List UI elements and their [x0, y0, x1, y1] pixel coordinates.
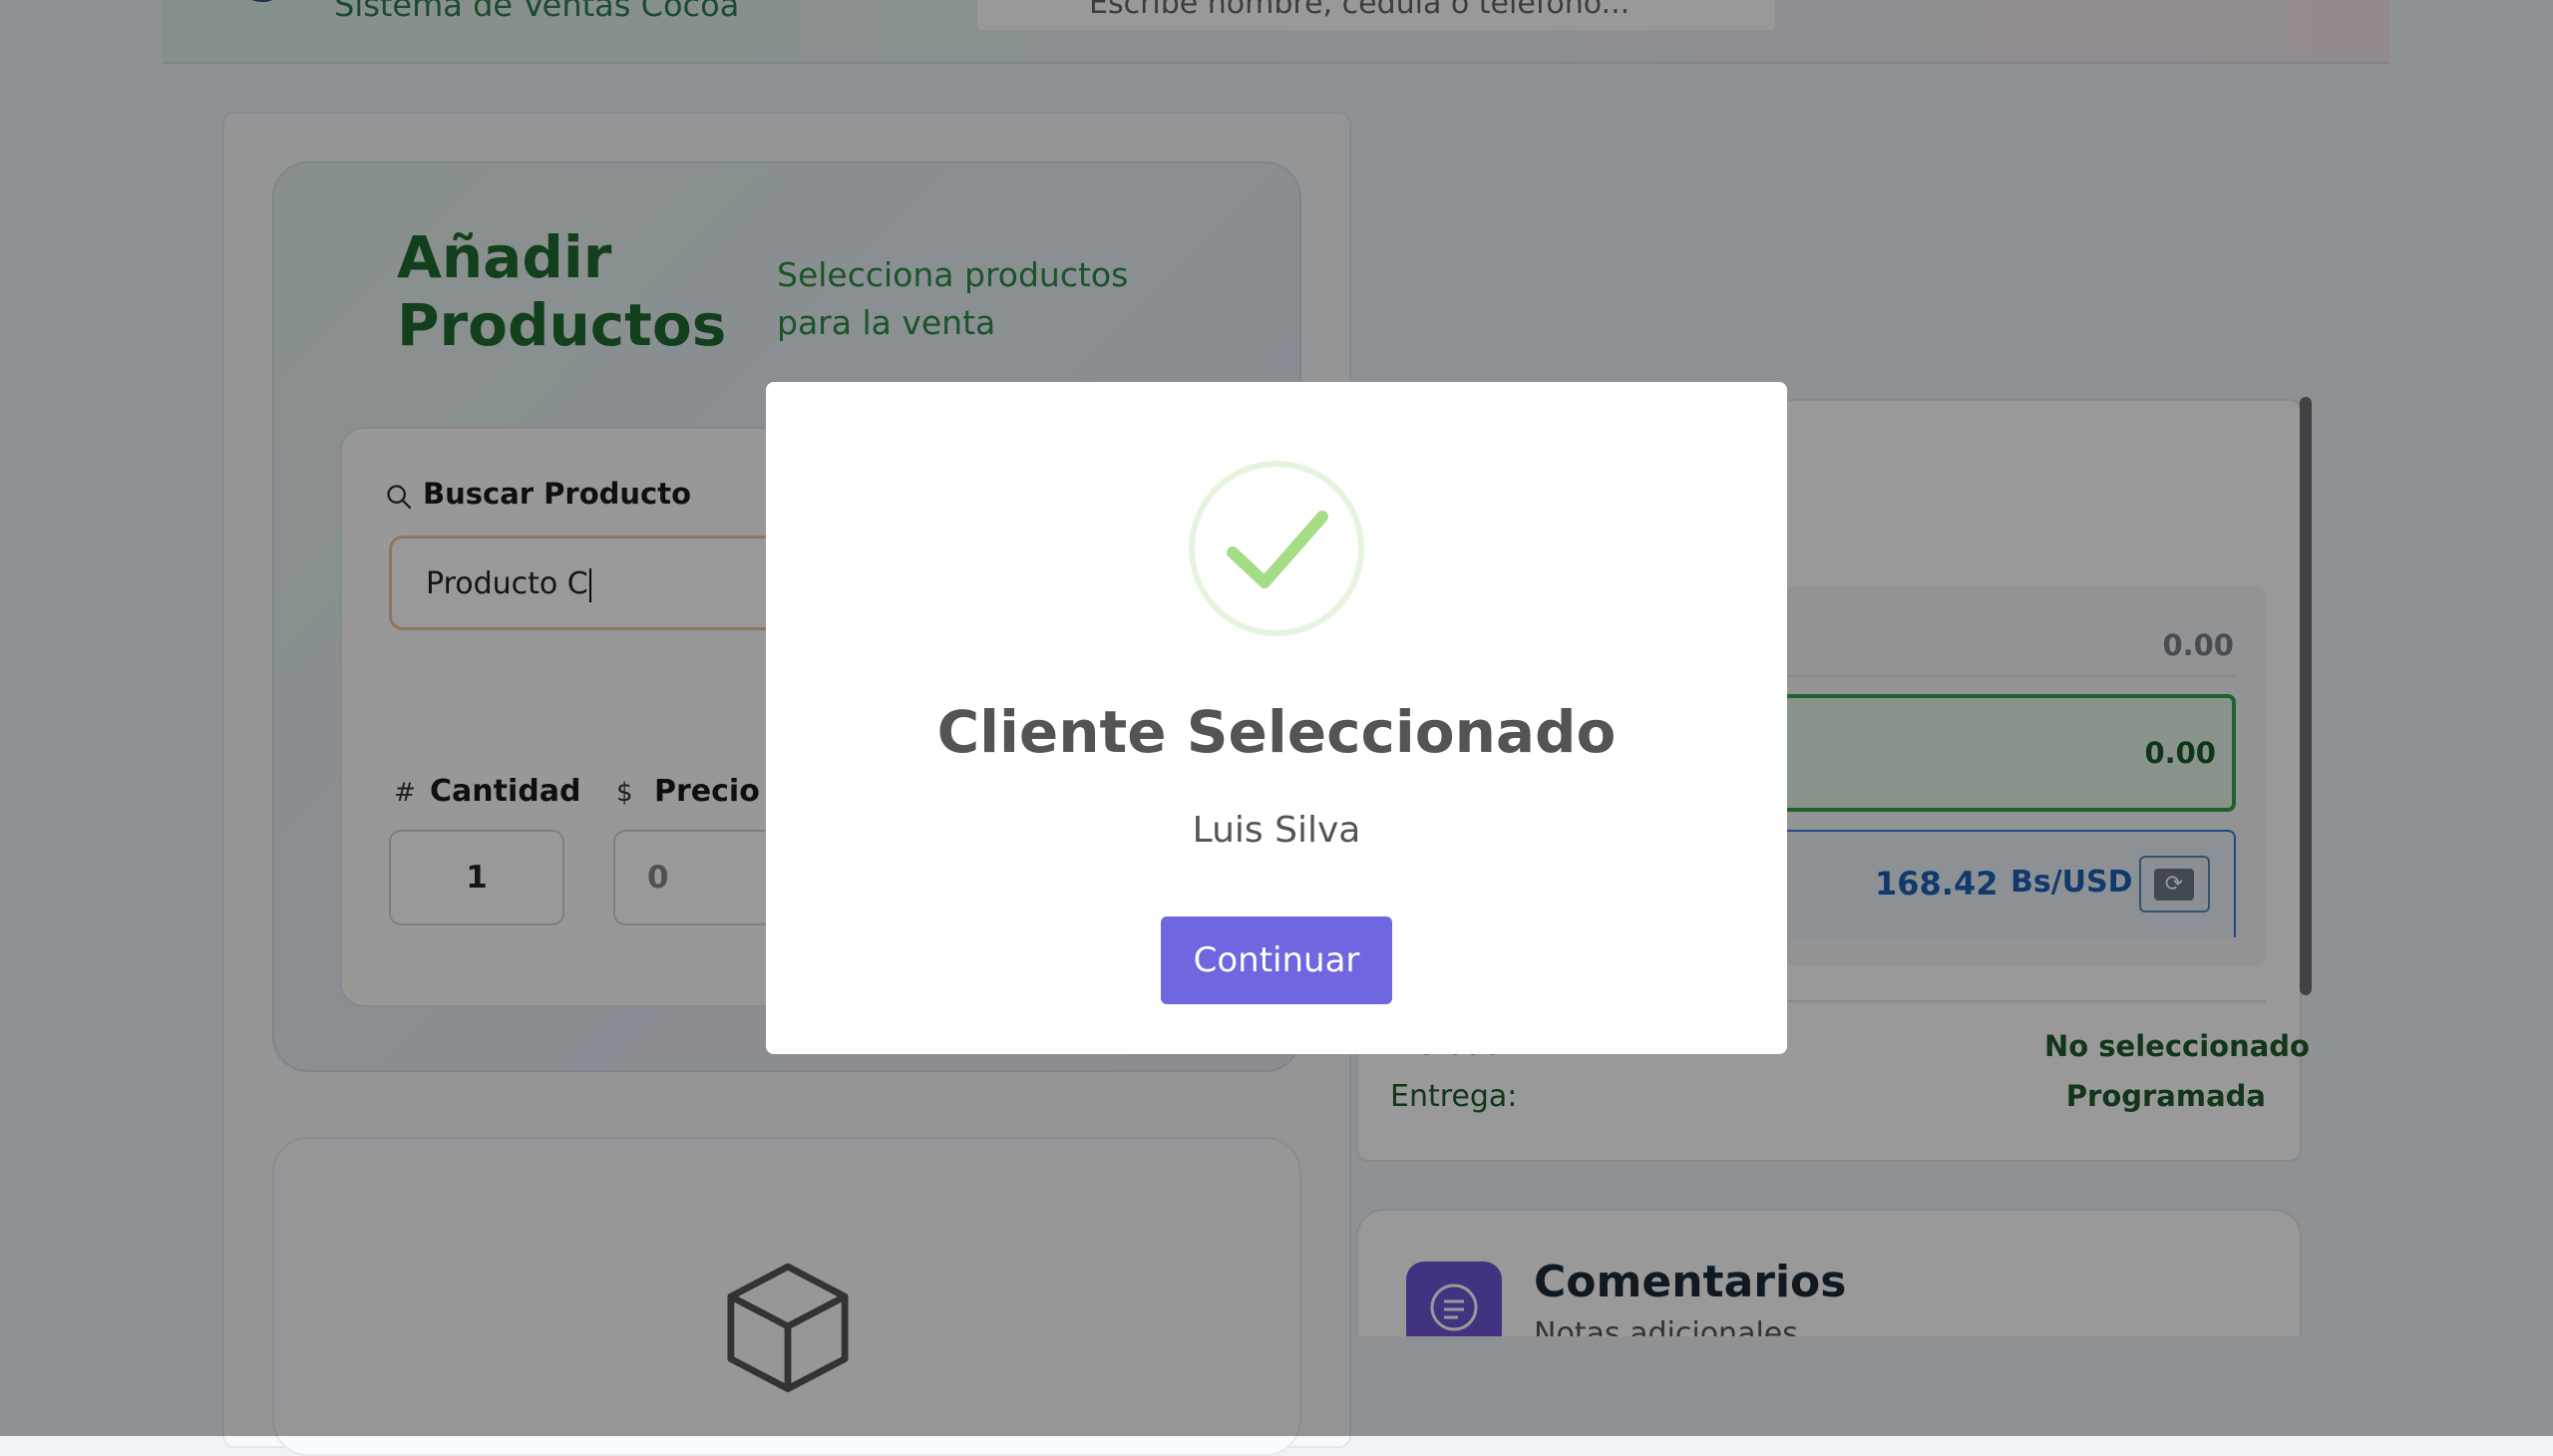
dialog-message: Luis Silva	[1192, 810, 1361, 851]
dialog-title: Cliente Seleccionado	[936, 698, 1617, 766]
continue-button[interactable]: Continuar	[1161, 916, 1392, 1004]
check-icon	[1227, 511, 1328, 588]
